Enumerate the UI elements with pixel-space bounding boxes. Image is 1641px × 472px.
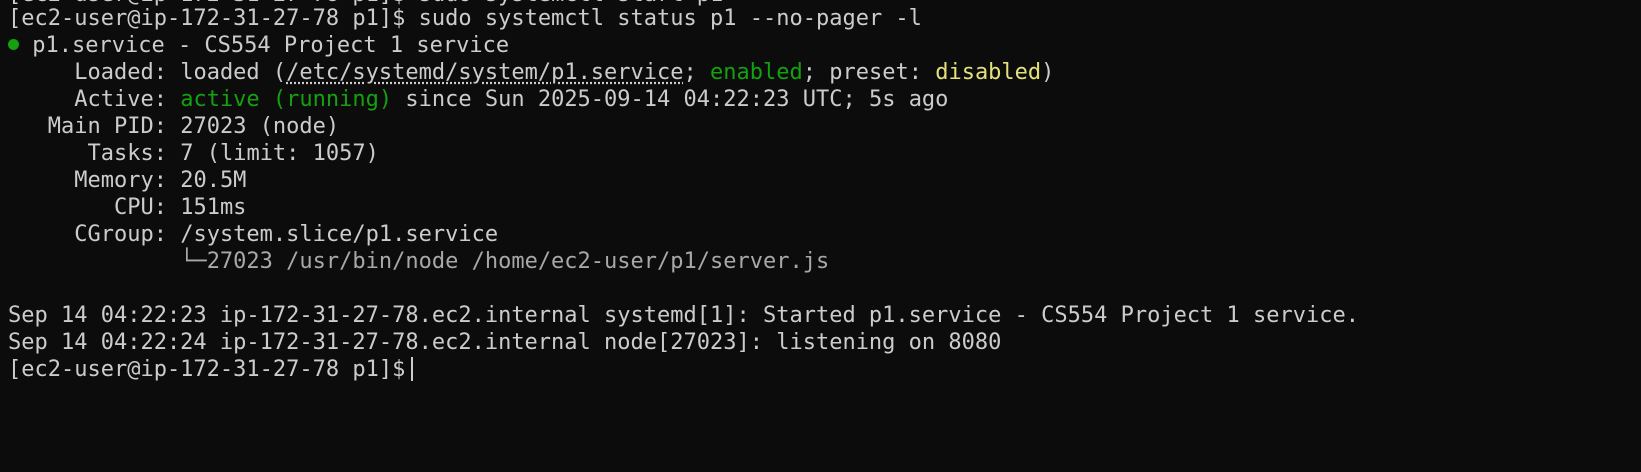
memory-value: 20.5M — [180, 168, 247, 193]
log-line: Sep 14 04:22:23 ip-172-31-27-78.ec2.inte… — [8, 303, 1360, 328]
tasks-label: Tasks: — [87, 141, 167, 166]
cgroup-process: 27023 /usr/bin/node /home/ec2-user/p1/se… — [206, 249, 830, 274]
terminal-window[interactable]: [ec2-user@ip-172-31-27-78 p1]$ sudo syst… — [0, 0, 1641, 472]
main-pid-line: Main PID: 27023 (node) — [8, 113, 339, 140]
shell-prompt: [ec2-user@ip-172-31-27-78 p1]$ — [8, 357, 406, 382]
cgroup-value: /system.slice/p1.service — [180, 222, 499, 247]
loaded-separator-2: ; preset: — [802, 60, 936, 85]
active-state: active (running) — [180, 87, 393, 112]
active-label: Active: — [74, 87, 167, 112]
loaded-suffix: ) — [1041, 60, 1055, 85]
entered-command: sudo systemctl status p1 --no-pager -l — [418, 6, 922, 31]
service-header-line: p1.service - CS554 Project 1 service — [8, 32, 509, 59]
cgroup-process-line: └─27023 /usr/bin/node /home/ec2-user/p1/… — [8, 248, 829, 275]
final-prompt-line: [ec2-user@ip-172-31-27-78 p1]$ — [8, 356, 414, 383]
cpu-label: CPU: — [113, 195, 167, 220]
loaded-line: Loaded: loaded (/etc/systemd/system/p1.s… — [8, 59, 1054, 86]
cgroup-label: CGroup: — [74, 222, 167, 247]
loaded-separator-1: ; — [683, 60, 711, 85]
tasks-line: Tasks: 7 (limit: 1057) — [8, 140, 379, 167]
shell-prompt: [ec2-user@ip-172-31-27-78 p1]$ — [8, 6, 406, 31]
cpu-line: CPU: 151ms — [8, 194, 246, 221]
memory-line: Memory: 20.5M — [8, 167, 246, 194]
main-pid-label: Main PID: — [47, 114, 167, 139]
loaded-prefix: loaded ( — [180, 60, 287, 85]
tree-branch-icon: └─ — [180, 249, 207, 274]
tasks-value: 7 (limit: 1057) — [180, 141, 379, 166]
main-pid-value: 27023 (node) — [180, 114, 340, 139]
enabled-state: enabled — [710, 60, 803, 85]
loaded-label: Loaded: — [74, 60, 167, 85]
service-title: p1.service - CS554 Project 1 service — [32, 33, 510, 58]
log-line: Sep 14 04:22:24 ip-172-31-27-78.ec2.inte… — [8, 330, 1002, 355]
active-line: Active: active (running) since Sun 2025-… — [8, 86, 948, 113]
text-cursor[interactable] — [411, 357, 414, 381]
cgroup-line: CGroup: /system.slice/p1.service — [8, 221, 498, 248]
command-line: [ec2-user@ip-172-31-27-78 p1]$ sudo syst… — [8, 5, 922, 32]
memory-label: Memory: — [74, 168, 167, 193]
status-dot-icon — [8, 39, 19, 50]
cpu-value: 151ms — [180, 195, 247, 220]
active-since: since Sun 2025-09-14 04:22:23 UTC; 5s ag… — [405, 87, 949, 112]
preset-state: disabled — [935, 60, 1042, 85]
unit-file-path-link[interactable]: /etc/systemd/system/p1.service — [286, 60, 683, 85]
